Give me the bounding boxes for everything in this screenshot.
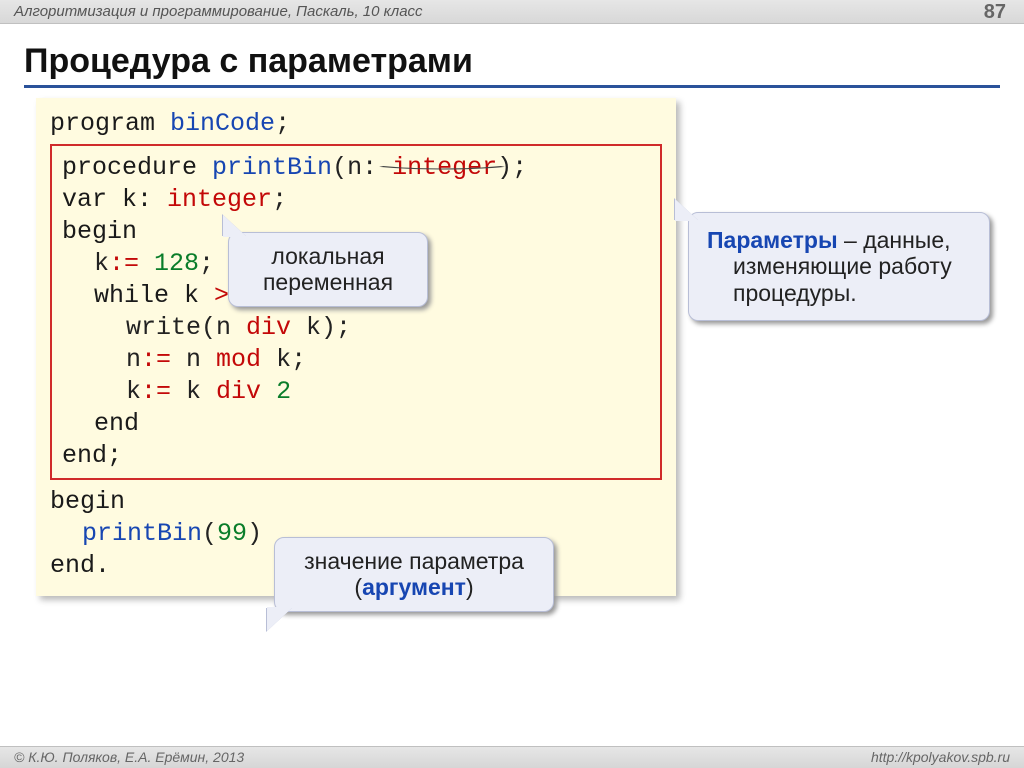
slide-title: Процедура с параметрами bbox=[24, 42, 1000, 88]
callout-local-variable: локальная переменная bbox=[228, 232, 428, 307]
slide-header: Алгоритмизация и программирование, Паска… bbox=[0, 0, 1024, 24]
code-line: end; bbox=[62, 440, 650, 472]
callout-text: изменяющие работу bbox=[707, 253, 952, 279]
callout-text: локальная bbox=[271, 243, 384, 269]
code-line: k:= k div 2 bbox=[62, 376, 650, 408]
code-line: n:= n mod k; bbox=[62, 344, 650, 376]
code-line: write(n div k); bbox=[62, 312, 650, 344]
footer-copyright: © К.Ю. Поляков, Е.А. Ерёмин, 2013 bbox=[14, 749, 244, 768]
callout-text: ( bbox=[354, 574, 362, 600]
callout-text: ) bbox=[466, 574, 474, 600]
callout-text: значение параметра bbox=[304, 548, 524, 574]
callout-text: – данные, bbox=[838, 227, 951, 253]
page-number: 87 bbox=[984, 1, 1006, 24]
code-line: end bbox=[62, 408, 650, 440]
course-label: Алгоритмизация и программирование, Паска… bbox=[14, 3, 423, 20]
code-line: procedure printBin(n: integer); bbox=[62, 152, 650, 184]
procedure-box: procedure printBin(n: integer); var k: i… bbox=[50, 144, 662, 480]
callout-argument: значение параметра (аргумент) bbox=[274, 537, 554, 612]
code-line: var k: integer; bbox=[62, 184, 650, 216]
callout-text: переменная bbox=[263, 269, 393, 295]
callout-keyword: Параметры bbox=[707, 227, 838, 253]
callout-keyword: аргумент bbox=[362, 574, 466, 600]
slide-footer: © К.Ю. Поляков, Е.А. Ерёмин, 2013 http:/… bbox=[0, 746, 1024, 768]
code-line: begin bbox=[50, 486, 662, 518]
footer-url: http://kpolyakov.spb.ru bbox=[871, 749, 1010, 768]
callout-text: процедуры. bbox=[707, 280, 857, 306]
code-line: program binCode; bbox=[50, 108, 662, 140]
callout-parameters: Параметры – данные, изменяющие работу пр… bbox=[688, 212, 990, 321]
code-block: program binCode; procedure printBin(n: i… bbox=[36, 98, 676, 596]
